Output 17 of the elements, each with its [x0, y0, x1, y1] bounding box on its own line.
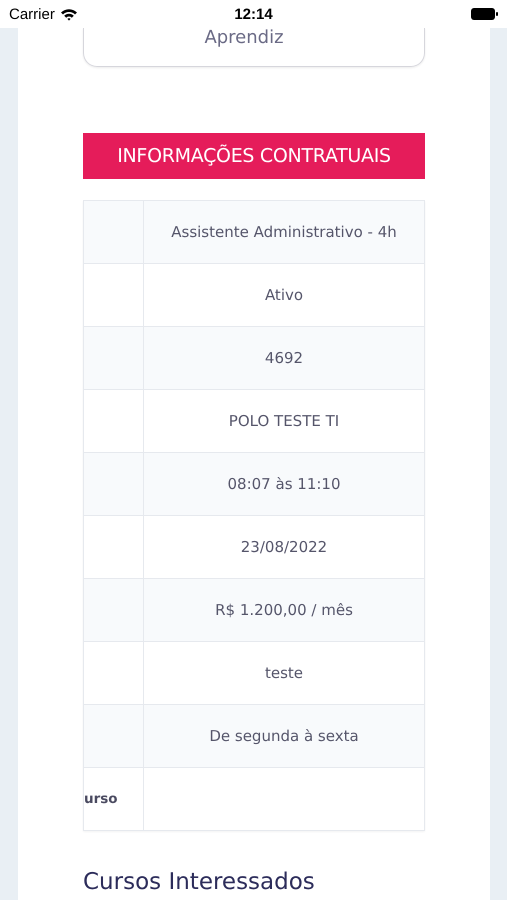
battery-icon — [471, 8, 498, 20]
wifi-icon — [60, 8, 78, 20]
clock: 12:14 — [234, 6, 273, 22]
table-cell: 08:07 às 11:10 — [228, 475, 340, 493]
table-cell: Assistente Administrativo - 4h — [171, 223, 397, 241]
card-text: Aprendiz — [204, 31, 284, 45]
carrier-label: Carrier — [9, 6, 55, 22]
table-cell: 4692 — [264, 349, 304, 367]
table-cell: 23/08/2022 — [240, 538, 328, 556]
table-cell: Ativo — [264, 286, 304, 304]
section-heading: Cursos Interessados — [83, 869, 315, 895]
table-cell: teste — [264, 664, 304, 682]
section-banner: INFORMAÇÕES CONTRATUAIS — [83, 133, 425, 179]
table-cell: De segunda à sexta — [209, 727, 359, 745]
table-cell: POLO TESTE TI — [228, 412, 340, 430]
table-label: urso — [84, 791, 118, 807]
table-cell: R$ 1.200,00 / mês — [215, 601, 353, 619]
